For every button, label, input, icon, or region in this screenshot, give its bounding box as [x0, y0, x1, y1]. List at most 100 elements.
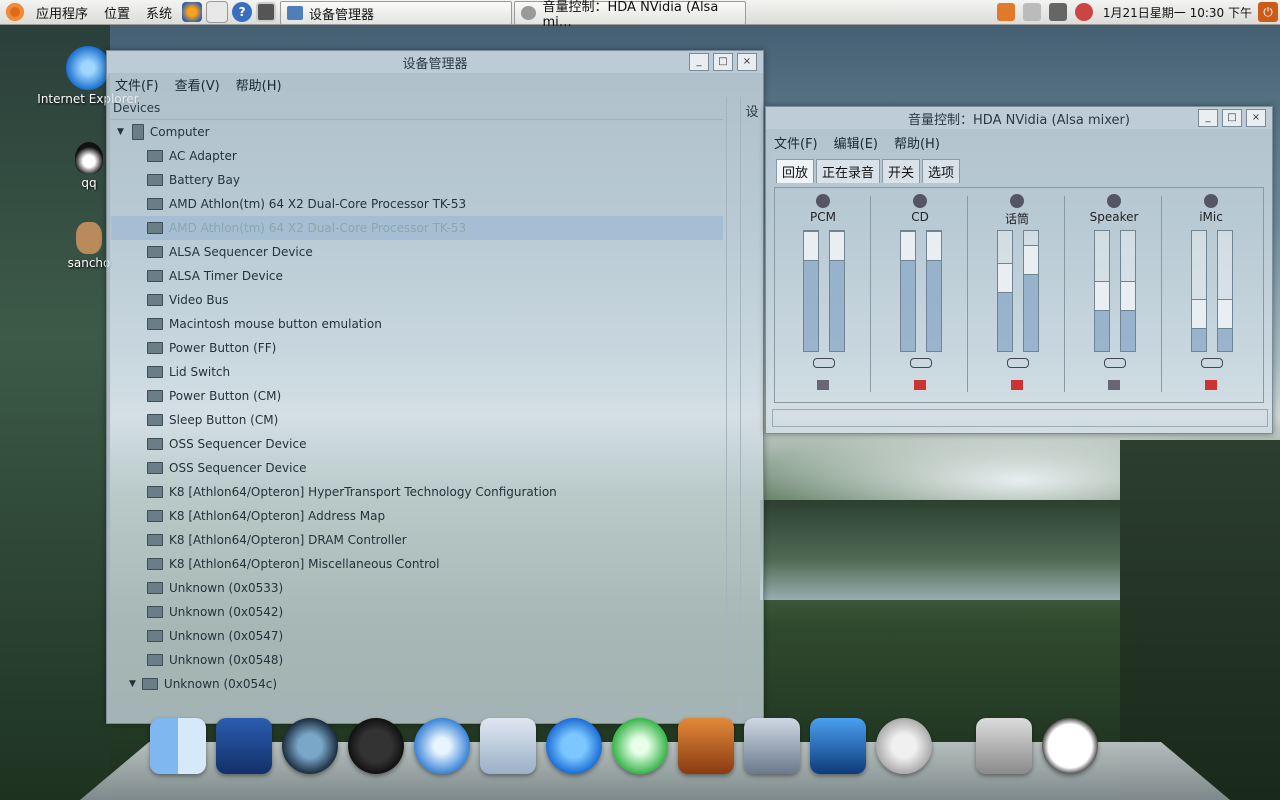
- photo-booth-icon[interactable]: [678, 718, 734, 774]
- safari-icon[interactable]: [414, 718, 470, 774]
- time-machine-icon[interactable]: [282, 718, 338, 774]
- channel-lock-icon[interactable]: [1007, 358, 1029, 368]
- tree-row[interactable]: K8 [Athlon64/Opteron] Address Map: [111, 504, 723, 528]
- firefox-icon[interactable]: [182, 2, 203, 22]
- volume-muted-icon[interactable]: [1074, 3, 1093, 21]
- channel-lock-icon[interactable]: [813, 358, 835, 368]
- finder-icon[interactable]: [150, 718, 206, 774]
- speaker-muted-icon[interactable]: [1011, 380, 1023, 390]
- tab-recording[interactable]: 正在录音: [816, 159, 881, 183]
- titlebar[interactable]: 设备管理器 _ □ ×: [107, 51, 763, 73]
- minimize-button[interactable]: _: [689, 53, 709, 71]
- menu-file[interactable]: 文件(F): [766, 133, 826, 152]
- system-menu[interactable]: 系统: [138, 3, 180, 22]
- tree-row[interactable]: Macintosh mouse button emulation: [111, 312, 723, 336]
- places-menu[interactable]: 位置: [96, 3, 138, 22]
- volume-slider[interactable]: [1120, 230, 1136, 352]
- volume-slider[interactable]: [1094, 230, 1110, 352]
- maximize-button[interactable]: □: [1222, 109, 1242, 127]
- menu-file[interactable]: 文件(F): [107, 75, 167, 94]
- power-icon[interactable]: ⏻: [1258, 2, 1278, 22]
- menu-view[interactable]: 查看(V): [167, 75, 228, 94]
- tree-row[interactable]: K8 [Athlon64/Opteron] Miscellaneous Cont…: [111, 552, 723, 576]
- tree-header[interactable]: Devices: [111, 97, 723, 120]
- ubuntu-logo-icon[interactable]: [6, 3, 24, 21]
- tree-row[interactable]: Unknown (0x0547): [111, 624, 723, 648]
- minimize-button[interactable]: _: [1198, 109, 1218, 127]
- volume-slider[interactable]: [900, 230, 916, 352]
- tree-row[interactable]: K8 [Athlon64/Opteron] DRAM Controller: [111, 528, 723, 552]
- clock-icon[interactable]: [1042, 718, 1098, 774]
- slider-thumb[interactable]: [997, 263, 1013, 293]
- tree-row[interactable]: Unknown (0x0548): [111, 648, 723, 672]
- dashboard-icon[interactable]: [348, 718, 404, 774]
- tree-row[interactable]: Power Button (FF): [111, 336, 723, 360]
- channel-lock-icon[interactable]: [1201, 358, 1223, 368]
- mail-at-icon[interactable]: [876, 718, 932, 774]
- slider-thumb[interactable]: [1120, 281, 1136, 311]
- tree-row[interactable]: Lid Switch: [111, 360, 723, 384]
- spaces-icon[interactable]: [216, 718, 272, 774]
- speaker-muted-icon[interactable]: [914, 380, 926, 390]
- menu-help[interactable]: 帮助(H): [886, 133, 948, 152]
- tab-switches[interactable]: 开关: [882, 159, 921, 183]
- help-icon[interactable]: ?: [232, 2, 253, 22]
- taskbar-volume-control[interactable]: 音量控制：HDA NVidia (Alsa mi…: [514, 0, 746, 30]
- close-button[interactable]: ×: [1246, 109, 1266, 127]
- slider-thumb[interactable]: [900, 231, 916, 261]
- tree-row[interactable]: Sleep Button (CM): [111, 408, 723, 432]
- slider-thumb[interactable]: [1217, 299, 1233, 329]
- channel-lock-icon[interactable]: [1104, 358, 1126, 368]
- slider-thumb[interactable]: [1023, 245, 1039, 275]
- slider-thumb[interactable]: [1094, 281, 1110, 311]
- volume-slider[interactable]: [1191, 230, 1207, 352]
- mail-stamp-icon[interactable]: [480, 718, 536, 774]
- expander-down-icon[interactable]: ▼: [117, 120, 124, 144]
- tree-row[interactable]: OSS Sequencer Device: [111, 456, 723, 480]
- tree-row[interactable]: K8 [Athlon64/Opteron] HyperTransport Tec…: [111, 480, 723, 504]
- tree-row[interactable]: ALSA Timer Device: [111, 264, 723, 288]
- slider-thumb[interactable]: [829, 231, 845, 261]
- volume-slider[interactable]: [829, 230, 845, 352]
- slider-thumb[interactable]: [926, 231, 942, 261]
- tree-row[interactable]: AMD Athlon(tm) 64 X2 Dual-Core Processor…: [111, 216, 723, 240]
- ichat-icon[interactable]: [546, 718, 602, 774]
- speaker-icon[interactable]: [1108, 380, 1120, 390]
- iphoto-icon[interactable]: [744, 718, 800, 774]
- tree-row[interactable]: OSS Sequencer Device: [111, 432, 723, 456]
- tree-root[interactable]: ▼ Computer: [111, 120, 723, 144]
- imovie-icon[interactable]: [810, 718, 866, 774]
- tree-row[interactable]: ALSA Sequencer Device: [111, 240, 723, 264]
- tree-row[interactable]: AC Adapter: [111, 144, 723, 168]
- volume-slider[interactable]: [1217, 230, 1233, 352]
- network-icon[interactable]: [1048, 3, 1067, 21]
- slider-thumb[interactable]: [1191, 299, 1207, 329]
- speaker-icon[interactable]: [817, 380, 829, 390]
- slider-thumb[interactable]: [803, 231, 819, 261]
- tree-row[interactable]: ▼ Unknown (0x054c): [111, 672, 723, 696]
- tree-row[interactable]: Video Bus: [111, 288, 723, 312]
- itunes-icon[interactable]: [612, 718, 668, 774]
- tree-row[interactable]: AMD Athlon(tm) 64 X2 Dual-Core Processor…: [111, 192, 723, 216]
- printer-icon[interactable]: [1022, 3, 1041, 21]
- applications-menu[interactable]: 应用程序: [28, 3, 96, 22]
- taskbar-device-manager[interactable]: 设备管理器: [280, 1, 512, 25]
- trash-icon[interactable]: [976, 718, 1032, 774]
- tab-playback[interactable]: 回放: [776, 159, 815, 183]
- volume-slider[interactable]: [926, 230, 942, 352]
- clock[interactable]: 1月21日星期一 10:30 下午: [1103, 4, 1252, 21]
- volume-slider[interactable]: [1023, 230, 1039, 352]
- menu-help[interactable]: 帮助(H): [228, 75, 290, 94]
- maximize-button[interactable]: □: [713, 53, 733, 71]
- expander-down-icon[interactable]: ▼: [129, 672, 136, 696]
- tree-row[interactable]: Unknown (0x0542): [111, 600, 723, 624]
- screenshot-icon[interactable]: [256, 2, 277, 22]
- tree-row[interactable]: Unknown (0x0533): [111, 576, 723, 600]
- channel-lock-icon[interactable]: [910, 358, 932, 368]
- tree-vertical-scrollbar[interactable]: [726, 97, 739, 705]
- titlebar[interactable]: 音量控制：HDA NVidia (Alsa mixer) _ □ ×: [766, 107, 1272, 129]
- mail-icon[interactable]: [206, 1, 229, 23]
- tree-row[interactable]: Battery Bay: [111, 168, 723, 192]
- close-button[interactable]: ×: [737, 53, 757, 71]
- tree-row[interactable]: Power Button (CM): [111, 384, 723, 408]
